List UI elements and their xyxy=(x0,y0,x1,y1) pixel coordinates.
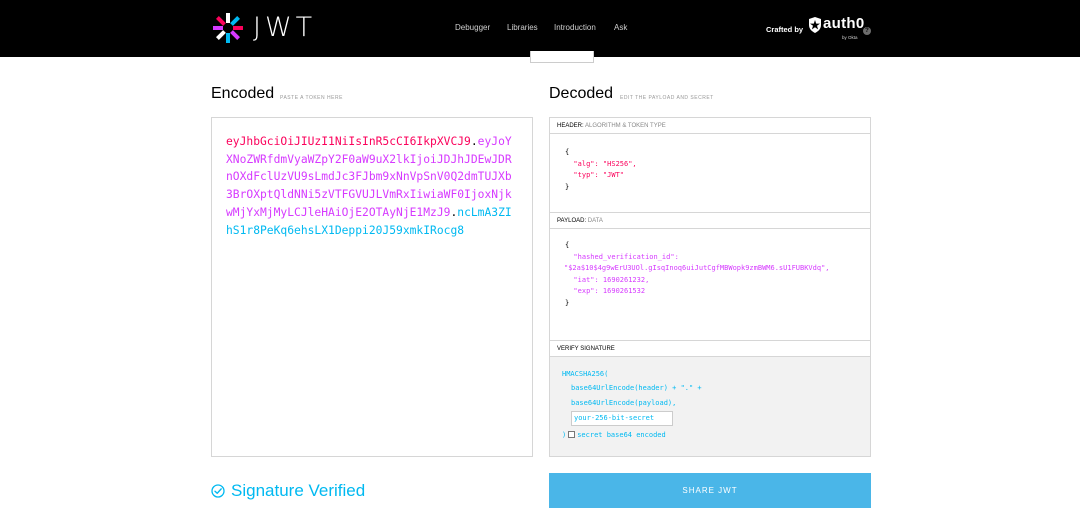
header-section-title: HEADER: ALGORITHM & TOKEN TYPE xyxy=(550,118,870,134)
payload-line: "iat": 1690261232, xyxy=(565,275,650,284)
encoded-token-text[interactable]: eyJhbGciOiJIUzI1NiIsInR5cCI6IkpXVCJ9.eyJ… xyxy=(226,133,518,239)
signature-label: VERIFY SIGNATURE xyxy=(557,346,615,352)
secret-input[interactable]: your-256-bit-secret xyxy=(571,410,673,426)
header-line: { xyxy=(565,148,570,156)
header-note: ALGORITHM & TOKEN TYPE xyxy=(585,123,666,129)
auth0-wordmark[interactable]: auth0 xyxy=(823,15,865,33)
header-line: "typ": "JWT" xyxy=(565,171,625,179)
signature-section-title: VERIFY SIGNATURE xyxy=(550,341,870,357)
header-line: "alg": "HS256", xyxy=(565,159,637,168)
signature-close: ) xyxy=(562,430,567,439)
info-icon[interactable]: ? xyxy=(863,27,871,35)
payload-section-title: PAYLOAD: DATA xyxy=(550,213,870,229)
header-line: } xyxy=(565,182,570,191)
encoded-token-editor[interactable]: eyJhbGciOiJIUzI1NiIsInR5cCI6IkpXVCJ9.eyJ… xyxy=(211,117,533,457)
payload-note: DATA xyxy=(587,218,603,224)
top-nav: JWT Debugger Libraries Introduction Ask … xyxy=(0,0,1080,57)
payload-line: { xyxy=(565,241,570,249)
encoded-subtitle: PASTE A TOKEN HERE xyxy=(280,95,343,101)
payload-line: } xyxy=(565,298,570,307)
payload-json-editor[interactable]: { "hashed_verification_id": "$2a$10$4g9w… xyxy=(550,229,870,341)
payload-label: PAYLOAD: xyxy=(557,218,587,224)
nav-ask[interactable]: Ask xyxy=(614,22,627,34)
signature-line-2: base64UrlEncode(payload), xyxy=(571,398,677,407)
signature-editor: HMACSHA256( base64UrlEncode(header) + ".… xyxy=(550,357,870,456)
brand-wordmark[interactable]: JWT xyxy=(253,13,316,43)
encoded-title: Encoded xyxy=(211,85,275,102)
nav-libraries[interactable]: Libraries xyxy=(507,22,538,34)
header-json-editor[interactable]: { "alg": "HS256", "typ": "JWT" } xyxy=(550,134,870,213)
crafted-by-label: Crafted by xyxy=(766,25,804,34)
token-header-part: eyJhbGciOiJIUzI1NiIsInR5cCI6IkpXVCJ9 xyxy=(226,135,471,148)
payload-line: "hashed_verification_id": xyxy=(565,252,679,261)
nav-introduction[interactable]: Introduction xyxy=(554,22,596,34)
base64-checkbox[interactable] xyxy=(568,430,576,438)
signature-fn: HMACSHA256( xyxy=(562,370,609,378)
signature-verified-status: Signature Verified xyxy=(231,481,366,500)
jwt-logo-icon[interactable] xyxy=(211,11,245,45)
token-dot-1: . xyxy=(470,135,478,148)
nav-debugger[interactable]: Debugger xyxy=(455,22,490,34)
signature-line-1: base64UrlEncode(header) + "." + xyxy=(571,383,702,392)
header-label: HEADER: xyxy=(557,123,584,129)
auth0-shield-icon[interactable] xyxy=(808,17,822,33)
decoded-subtitle: EDIT THE PAYLOAD AND SECRET xyxy=(620,95,714,101)
payload-line: "exp": 1690261532 xyxy=(565,287,646,295)
payload-line: "$2a$10$4g9wErU3UOl.gIsqInoq6uiJutCgfMBW… xyxy=(564,264,830,272)
auth0-sub-label: by Okta xyxy=(842,35,858,40)
check-circle-icon xyxy=(211,484,225,498)
algorithm-select[interactable] xyxy=(530,51,594,63)
share-jwt-button[interactable]: SHARE JWT xyxy=(549,473,871,508)
decoded-panel: HEADER: ALGORITHM & TOKEN TYPE { "alg": … xyxy=(549,117,871,457)
decoded-title: Decoded xyxy=(549,85,614,102)
base64-checkbox-label: secret base64 encoded xyxy=(577,430,666,439)
